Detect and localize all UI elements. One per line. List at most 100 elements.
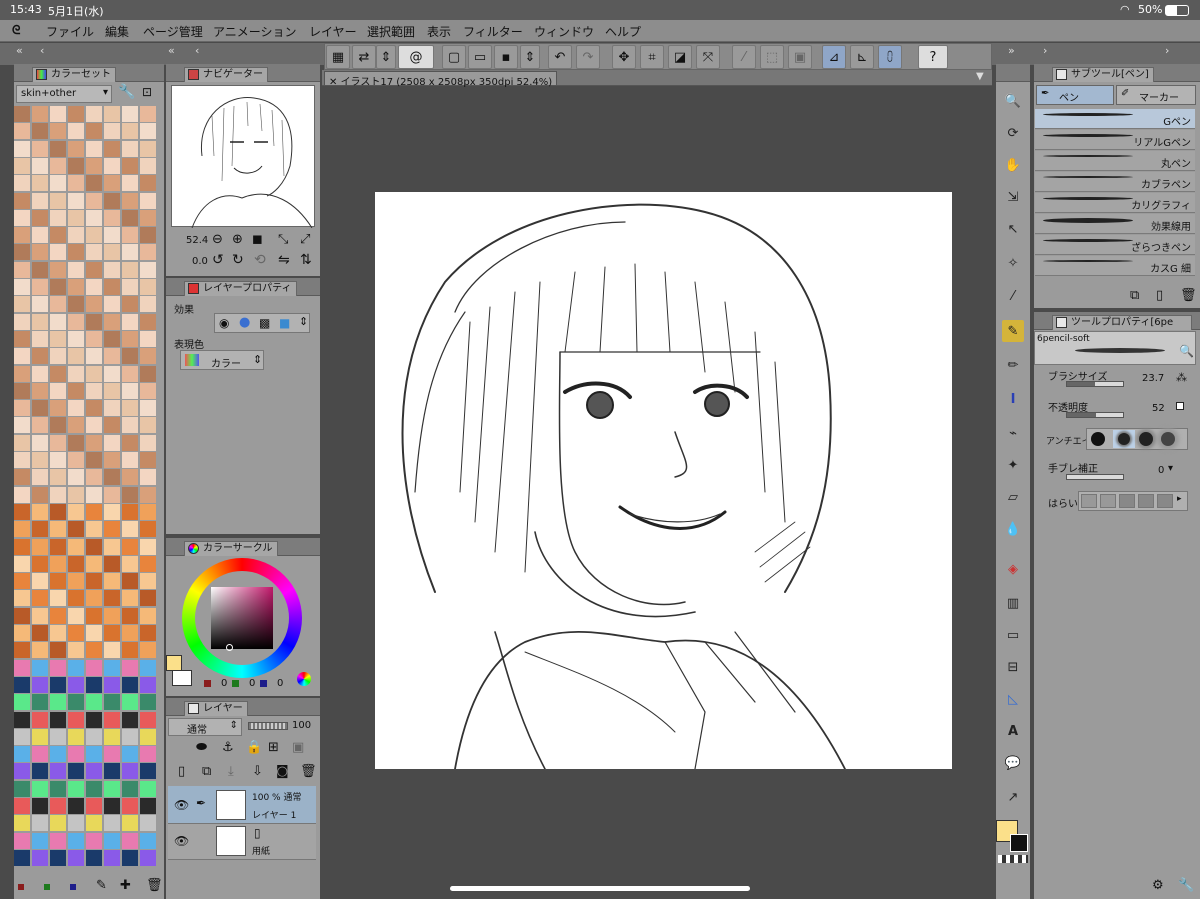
color-swatch[interactable]	[140, 244, 156, 261]
color-swatch[interactable]	[140, 486, 156, 503]
fill-icon[interactable]: ◪	[668, 45, 692, 69]
color-swatch[interactable]	[32, 555, 48, 572]
color-swatch[interactable]	[50, 849, 66, 866]
chevron-left-icon[interactable]: ‹	[40, 44, 44, 57]
auto-select-tool-icon[interactable]: ✧	[1002, 252, 1024, 274]
open-file-icon[interactable]: ▭	[468, 45, 492, 69]
color-swatch[interactable]	[14, 227, 30, 244]
color-swatch[interactable]	[104, 452, 120, 468]
color-swatch[interactable]	[104, 261, 120, 278]
color-swatch[interactable]	[140, 227, 156, 244]
color-swatch[interactable]	[14, 832, 30, 849]
lock-layer-icon[interactable]: 🔒	[246, 740, 262, 755]
color-swatch[interactable]	[122, 486, 138, 503]
fill-tool-icon[interactable]: ◈	[1002, 558, 1024, 580]
collapse-left2-icon[interactable]: «	[168, 44, 175, 57]
aa-weak-bg[interactable]	[1113, 430, 1135, 448]
color-swatch[interactable]	[140, 555, 156, 572]
text-tool-icon[interactable]: A	[1002, 720, 1024, 742]
settings-icon[interactable]: ⚙	[1152, 878, 1164, 893]
color-swatch[interactable]	[122, 365, 138, 382]
texture-effect-icon[interactable]: ▩	[259, 316, 270, 330]
color-swatch[interactable]	[14, 642, 30, 659]
color-swatch[interactable]	[14, 417, 30, 434]
color-swatch[interactable]	[32, 728, 48, 745]
color-swatch[interactable]	[68, 296, 84, 313]
color-swatch[interactable]	[86, 452, 102, 468]
color-swatch[interactable]	[86, 348, 102, 365]
layer-row-paper[interactable]: 👁 ▯ 用紙	[168, 824, 316, 860]
menu-filter[interactable]: フィルター	[463, 23, 523, 40]
tab-toolprop[interactable]: ツールプロパティ[6pe	[1052, 315, 1192, 330]
color-swatch[interactable]	[86, 642, 102, 659]
color-swatch[interactable]	[140, 140, 156, 157]
color-swatch[interactable]	[50, 676, 66, 693]
brush-item[interactable]: 効果線用	[1035, 214, 1195, 234]
color-swatch[interactable]	[32, 798, 48, 814]
color-swatch[interactable]	[32, 244, 48, 261]
color-swatch[interactable]	[104, 798, 120, 814]
color-swatch[interactable]	[32, 832, 48, 849]
fit-window-icon[interactable]: ⤡	[278, 232, 288, 247]
transparent-color-indicator[interactable]	[998, 855, 1028, 863]
color-swatch[interactable]	[86, 798, 102, 814]
color-swatch[interactable]	[68, 279, 84, 295]
color-swatch[interactable]	[104, 676, 120, 693]
color-swatch[interactable]	[50, 400, 66, 417]
color-swatch[interactable]	[32, 676, 48, 693]
border-effect-icon[interactable]: ◉	[219, 316, 229, 330]
color-swatch[interactable]	[122, 798, 138, 814]
color-swatch[interactable]	[122, 573, 138, 590]
decoration-tool-icon[interactable]: ✦	[1002, 454, 1024, 476]
color-swatch[interactable]	[122, 261, 138, 278]
color-swatch[interactable]	[32, 573, 48, 590]
color-swatch[interactable]	[50, 694, 66, 711]
color-swatch[interactable]	[86, 157, 102, 174]
color-swatch[interactable]	[122, 244, 138, 261]
save-icon[interactable]: ▪	[494, 45, 518, 69]
color-swatch[interactable]	[50, 123, 66, 140]
operation-tool-icon[interactable]: ⇲	[1002, 186, 1024, 208]
color-swatch[interactable]	[122, 348, 138, 365]
color-swatch[interactable]	[86, 296, 102, 313]
color-swatch[interactable]	[86, 849, 102, 866]
blend-tool-icon[interactable]: 💧	[1002, 518, 1024, 540]
color-swatch[interactable]	[14, 555, 30, 572]
color-swatch[interactable]	[14, 123, 30, 140]
undo-icon[interactable]: ↶	[548, 45, 572, 69]
rotate-right-icon[interactable]: ↻	[232, 252, 244, 268]
color-swatch[interactable]	[68, 209, 84, 226]
color-swatch[interactable]	[86, 573, 102, 590]
color-swatch[interactable]	[14, 452, 30, 468]
color-swatch[interactable]	[122, 296, 138, 313]
color-swatch[interactable]	[32, 261, 48, 278]
color-swatch[interactable]	[104, 521, 120, 538]
color-swatch[interactable]	[122, 209, 138, 226]
color-swatch[interactable]	[50, 417, 66, 434]
color-swatch[interactable]	[68, 573, 84, 590]
color-swatch[interactable]	[68, 555, 84, 572]
canvas-tab[interactable]: ✕ イラスト17 (2508 x 2508px 350dpi 52.4%)	[324, 71, 558, 88]
color-swatch[interactable]	[122, 676, 138, 693]
gradient-tool-icon[interactable]: ▥	[1002, 592, 1024, 614]
color-swatch[interactable]	[14, 209, 30, 226]
color-swatch[interactable]	[14, 400, 30, 417]
new-file-icon[interactable]: ▢	[442, 45, 466, 69]
color-swatch[interactable]	[86, 659, 102, 676]
tab-layer[interactable]: レイヤー	[184, 701, 248, 716]
color-swatch[interactable]	[140, 590, 156, 607]
color-swatch[interactable]	[140, 313, 156, 330]
color-swatch[interactable]	[122, 815, 138, 832]
actual-size-icon[interactable]: ⤢	[300, 232, 310, 247]
menu-layer[interactable]: レイヤー	[309, 23, 357, 40]
harai-selector[interactable]: ▸	[1078, 491, 1188, 511]
color-swatch[interactable]	[122, 625, 138, 641]
color-swatch[interactable]	[140, 365, 156, 382]
color-swatch[interactable]	[86, 521, 102, 538]
clip-icon[interactable]: @	[398, 45, 434, 69]
color-swatch[interactable]	[68, 607, 84, 624]
color-swatch[interactable]	[68, 746, 84, 763]
color-swatch[interactable]	[140, 209, 156, 226]
color-swatch[interactable]	[104, 642, 120, 659]
color-swatch[interactable]	[50, 555, 66, 572]
